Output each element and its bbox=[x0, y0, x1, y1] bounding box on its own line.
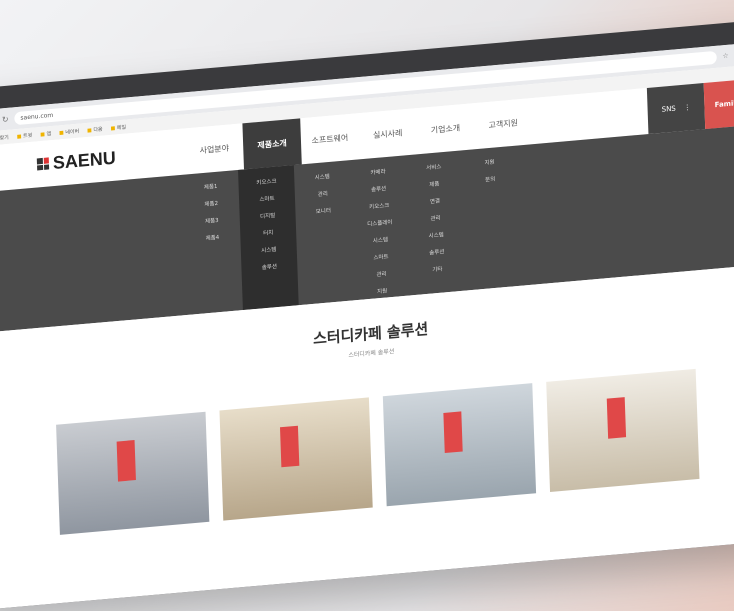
mega-item[interactable]: 시스템 bbox=[314, 172, 329, 181]
sns-button[interactable]: SNS ⋮ bbox=[647, 83, 706, 134]
sns-label: SNS bbox=[662, 105, 676, 114]
mega-item[interactable]: 관리 bbox=[318, 189, 328, 198]
mega-item[interactable]: 관리 bbox=[376, 269, 386, 278]
mega-item[interactable]: 제품4 bbox=[205, 233, 219, 242]
bookmark-item[interactable]: 다음 bbox=[87, 125, 103, 133]
mega-item[interactable]: 기타 bbox=[432, 265, 442, 274]
mega-column: 서비스 제품 연결 관리 시스템 솔루션 기타 bbox=[405, 150, 466, 295]
nav-item[interactable]: 실시사례 bbox=[358, 108, 417, 159]
mega-item[interactable]: 모니터 bbox=[316, 206, 331, 215]
mega-item[interactable]: 관리 bbox=[430, 213, 440, 222]
mega-item[interactable]: 제품3 bbox=[205, 216, 219, 225]
mega-item[interactable]: 솔루션 bbox=[262, 262, 277, 271]
family-label: Family bbox=[714, 99, 734, 109]
mega-item[interactable]: 제품 bbox=[429, 179, 439, 188]
site-logo[interactable]: SAENU bbox=[37, 147, 116, 175]
mega-item[interactable]: 제품2 bbox=[204, 199, 218, 208]
bookmark-item[interactable]: 메일 bbox=[110, 123, 126, 131]
screen: ‹ › ↻ saenu.com ☆ ⋮ 즐겨찾기 트윗 앱 네이버 다음 메일 … bbox=[0, 43, 734, 609]
mega-item[interactable]: 서비스 bbox=[426, 162, 441, 171]
nav-item[interactable]: 사업분야 bbox=[185, 123, 244, 174]
mega-item[interactable]: 키오스크 bbox=[369, 201, 389, 211]
logo-text: SAENU bbox=[53, 147, 117, 174]
bookmark-item[interactable]: 네이버 bbox=[59, 127, 79, 136]
bookmark-item[interactable]: 즐겨찾기 bbox=[0, 133, 9, 142]
mega-item[interactable]: 디스플레이 bbox=[367, 218, 392, 228]
mega-item[interactable]: 카메라 bbox=[370, 167, 385, 176]
mega-column: 지원 문의 bbox=[461, 146, 522, 291]
reload-icon[interactable]: ↻ bbox=[2, 114, 9, 124]
mega-item[interactable]: 스마트 bbox=[373, 252, 388, 261]
gallery-image[interactable] bbox=[219, 397, 372, 520]
mega-column: 카메라 솔루션 키오스크 디스플레이 시스템 스마트 관리 지원 기타 bbox=[350, 155, 411, 300]
logo-icon bbox=[37, 157, 49, 170]
mega-item[interactable]: 솔루션 bbox=[429, 247, 444, 256]
mega-item[interactable]: 지원 bbox=[484, 158, 494, 167]
star-icon[interactable]: ☆ bbox=[722, 52, 729, 61]
url-text: saenu.com bbox=[20, 111, 53, 121]
mega-column-active: 키오스크 스마트 디지털 터치 시스템 솔루션 bbox=[238, 165, 299, 310]
family-site-button[interactable]: Family bbox=[704, 79, 734, 129]
mega-item[interactable]: 스마트 bbox=[259, 194, 274, 203]
mega-item[interactable]: 시스템 bbox=[261, 245, 276, 254]
gallery-image[interactable] bbox=[383, 383, 536, 506]
gallery-image[interactable] bbox=[546, 369, 699, 492]
mega-item[interactable]: 디지털 bbox=[260, 211, 275, 220]
nav-item[interactable]: 기업소개 bbox=[416, 103, 475, 154]
mega-column: 시스템 관리 모니터 bbox=[294, 160, 355, 305]
laptop-frame: ‹ › ↻ saenu.com ☆ ⋮ 즐겨찾기 트윗 앱 네이버 다음 메일 … bbox=[0, 19, 734, 611]
nav-item[interactable]: 소프트웨어 bbox=[300, 113, 359, 164]
nav-item[interactable]: 고객지원 bbox=[474, 98, 533, 149]
mega-item[interactable]: 시스템 bbox=[428, 230, 443, 239]
nav-item-active[interactable]: 제품소개 bbox=[242, 118, 301, 169]
browser-actions: ☆ ⋮ bbox=[722, 51, 734, 61]
more-icon: ⋮ bbox=[684, 103, 691, 112]
mega-item[interactable]: 연결 bbox=[430, 196, 440, 205]
mega-item[interactable]: 솔루션 bbox=[371, 184, 386, 193]
mega-item[interactable]: 지원 bbox=[377, 286, 387, 295]
mega-item[interactable]: 키오스크 bbox=[256, 177, 276, 187]
mega-column: 제품1 제품2 제품3 제품4 bbox=[182, 170, 243, 315]
mega-item[interactable]: 시스템 bbox=[373, 235, 388, 244]
mega-item[interactable]: 터치 bbox=[263, 228, 273, 237]
mega-item[interactable]: 제품1 bbox=[204, 182, 218, 191]
gallery-image[interactable] bbox=[56, 412, 209, 535]
bookmark-item[interactable]: 트윗 bbox=[17, 131, 33, 139]
mega-item[interactable]: 문의 bbox=[485, 175, 495, 184]
utility-bar: SNS ⋮ Family bbox=[647, 79, 734, 134]
bookmark-item[interactable]: 앱 bbox=[40, 130, 51, 138]
